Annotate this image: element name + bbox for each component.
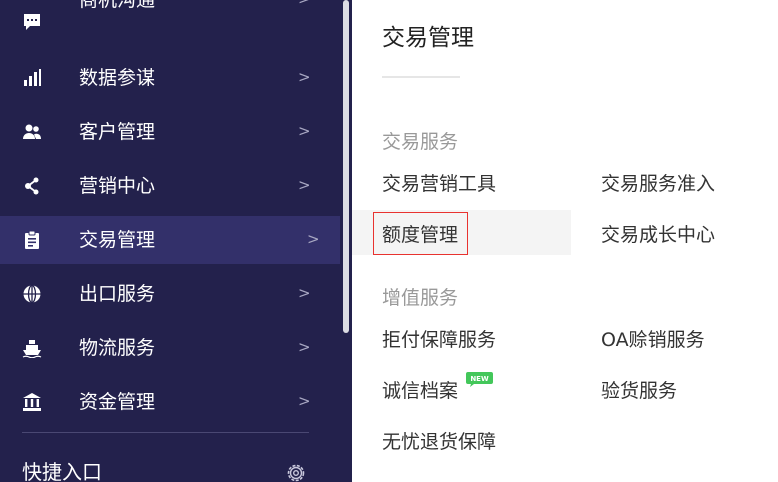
link-oa-credit-service[interactable]: OA赊销服务 (601, 325, 705, 352)
link-worry-free-returns[interactable]: 无忧退货保障 (382, 427, 496, 454)
gear-icon[interactable] (285, 462, 307, 482)
section-title-trade-services: 交易服务 (382, 131, 459, 153)
sidebar-item-label: 客户管理 (79, 121, 156, 143)
sidebar-item-export-services[interactable]: 出口服务 > (0, 270, 340, 318)
sidebar-divider (22, 432, 309, 433)
link-chargeback-protection[interactable]: 拒付保障服务 (382, 325, 496, 352)
chevron-right-icon: > (298, 338, 311, 356)
chevron-right-icon: > (307, 230, 320, 248)
ship-icon (22, 338, 42, 358)
sidebar-item-label: 交易管理 (79, 229, 156, 251)
link-credit-profile[interactable]: 诚信档案 (382, 376, 458, 403)
sidebar-item-label: 商机沟通 (79, 0, 156, 11)
link-trade-growth-center[interactable]: 交易成长中心 (601, 220, 715, 247)
sidebar-item-data-advisor[interactable]: 数据参谋 > (0, 54, 340, 102)
sidebar-item-label: 营销中心 (79, 175, 156, 197)
faded-tab-indicator (382, 73, 482, 85)
sidebar-item-label: 数据参谋 (79, 67, 156, 89)
chevron-right-icon: > (298, 68, 311, 86)
chevron-right-icon: > (298, 284, 311, 302)
sidebar-item-label: 出口服务 (79, 283, 156, 305)
bar-chart-icon (22, 68, 42, 88)
network-icon (22, 176, 42, 196)
sidebar-item-trade-management[interactable]: 交易管理 > (0, 216, 340, 264)
sidebar-item-customer-management[interactable]: 客户管理 > (0, 108, 340, 156)
sidebar-item-logistics-services[interactable]: 物流服务 > (0, 324, 340, 372)
section-title-value-added-services: 增值服务 (382, 287, 459, 309)
sidebar-item-marketing-center[interactable]: 营销中心 > (0, 162, 340, 210)
sidebar-item-label: 物流服务 (79, 337, 156, 359)
sidebar-item-label: 资金管理 (79, 391, 156, 413)
panel-title: 交易管理 (382, 25, 474, 51)
link-trade-marketing-tools[interactable]: 交易营销工具 (382, 169, 496, 196)
chat-icon (22, 12, 42, 32)
shortcut-label: 快捷入口 (22, 460, 102, 482)
sidebar-item-business-chat[interactable]: 商机沟通 > (0, 0, 340, 48)
chevron-right-icon: > (298, 392, 311, 410)
sidebar-scrollbar[interactable] (343, 0, 349, 333)
faded-underline (382, 76, 460, 78)
link-credit-limit-management[interactable]: 额度管理 (382, 220, 458, 247)
clipboard-icon (22, 230, 42, 250)
chevron-right-icon: > (298, 0, 311, 24)
link-inspection-service[interactable]: 验货服务 (601, 376, 677, 403)
chevron-right-icon: > (298, 122, 311, 140)
bank-icon (22, 392, 42, 412)
chevron-right-icon: > (298, 176, 311, 194)
globe-icon (22, 284, 42, 304)
submenu-panel: 交易管理 交易服务 交易营销工具 交易服务准入 额度管理 交易成长中心 增值服务… (352, 0, 778, 482)
new-badge: NEW (465, 371, 494, 388)
users-icon (22, 122, 42, 142)
new-badge-text: NEW (470, 375, 489, 383)
sidebar: 商机沟通 > 数据参谋 > 客户管理 > 营销中心 > 交易管理 > 出口服务 (0, 0, 352, 482)
link-trade-service-access[interactable]: 交易服务准入 (601, 169, 715, 196)
sidebar-item-fund-management[interactable]: 资金管理 > (0, 378, 340, 426)
